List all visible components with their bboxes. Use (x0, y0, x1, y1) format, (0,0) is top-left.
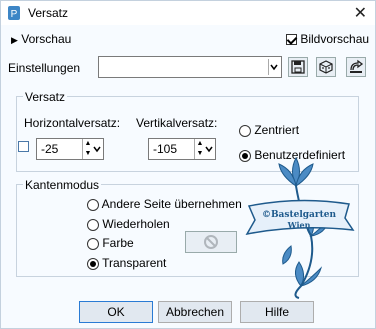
window-title: Versatz (28, 6, 69, 20)
edge-repeat-label: Wiederholen (102, 217, 170, 231)
save-icon[interactable] (288, 57, 308, 77)
image-preview-checkbox[interactable]: Bildvorschau (286, 32, 369, 46)
svg-text:P: P (11, 9, 18, 20)
edge-mode-legend: Kantenmodus (23, 178, 102, 192)
horizontal-offset-input[interactable]: -25 ▲ ▼ (36, 138, 104, 160)
preview-toggle[interactable]: ▶ Vorschau (11, 32, 71, 46)
cancel-button[interactable]: Abbrechen (158, 301, 232, 323)
vertical-offset-value: -105 (153, 142, 178, 156)
ok-button[interactable]: OK (79, 301, 153, 323)
offset-group-legend: Versatz (23, 90, 68, 104)
mode-centered-label: Zentriert (254, 123, 300, 137)
edge-transparent-radio[interactable]: Transparent (87, 256, 166, 270)
app-icon: P (8, 6, 20, 20)
horizontal-offset-label: Horizontalversatz: (24, 116, 121, 130)
no-entry-icon (204, 235, 218, 249)
link-checkbox[interactable] (18, 141, 29, 152)
vertical-offset-input[interactable]: -105 ▲ ▼ (148, 138, 216, 160)
close-icon[interactable]: ✕ (354, 3, 367, 23)
chevron-down-icon (268, 59, 279, 75)
radio-icon (87, 257, 99, 270)
triangle-right-icon: ▶ (11, 35, 18, 45)
edge-wrap-radio[interactable]: Andere Seite übernehmen (87, 197, 242, 211)
help-button[interactable]: Hilfe (240, 301, 314, 323)
settings-dropdown[interactable] (98, 56, 282, 78)
horizontal-offset-value: -25 (41, 142, 59, 156)
svg-text:Wien: Wien (287, 220, 311, 230)
color-swatch[interactable] (185, 231, 237, 253)
dice-icon[interactable] (316, 57, 336, 77)
radio-icon (87, 198, 99, 211)
radio-icon (87, 218, 99, 231)
svg-text:©Bastelgarten: ©Bastelgarten (262, 210, 337, 220)
mode-centered-radio[interactable]: Zentriert (239, 123, 299, 137)
chevron-down-icon[interactable] (204, 141, 215, 157)
edge-transparent-label: Transparent (102, 256, 167, 270)
reset-icon[interactable] (346, 57, 366, 77)
title-bar: P Versatz ✕ (1, 1, 375, 25)
dialog-window: P Versatz ✕ ▶ Vorschau Bildvorschau Eins… (0, 0, 376, 329)
radio-icon (87, 237, 99, 250)
checkbox-icon (286, 34, 297, 46)
edge-color-radio[interactable]: Farbe (87, 236, 134, 250)
settings-label: Einstellungen (8, 61, 81, 75)
preview-label: Vorschau (21, 32, 72, 46)
watermark-flower-logo: ©Bastelgarten Wien (245, 156, 355, 299)
image-preview-label: Bildvorschau (300, 32, 370, 46)
edge-wrap-label: Andere Seite übernehmen (101, 197, 242, 211)
chevron-down-icon[interactable] (92, 141, 103, 157)
edge-repeat-radio[interactable]: Wiederholen (87, 217, 170, 231)
radio-icon (239, 124, 251, 137)
edge-color-label: Farbe (102, 236, 134, 250)
vertical-offset-label: Vertikalversatz: (136, 116, 218, 130)
